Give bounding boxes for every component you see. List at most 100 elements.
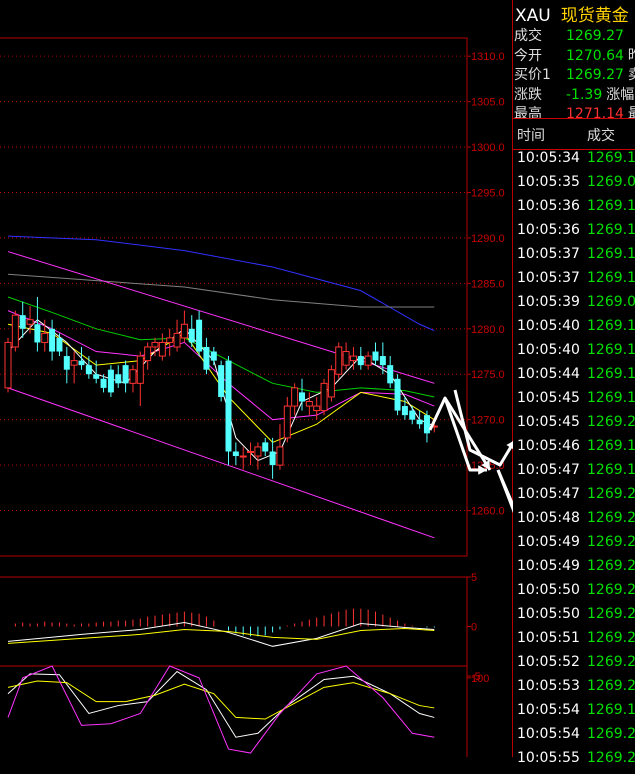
tick-price: 1269.1: [587, 342, 635, 358]
tick-time: 10:05:45: [517, 390, 580, 406]
ytick-label: 1310.0: [471, 51, 505, 63]
candle-body: [239, 455, 247, 458]
tick-row: 10:05:54 1269.1: [517, 702, 635, 726]
tick-time: 10:05:45: [517, 414, 580, 430]
tick-time: 10:05:36: [517, 222, 580, 238]
kdj-panel: 100: [0, 665, 489, 757]
tick-price: 1269.1: [587, 246, 635, 262]
candle: [63, 346, 70, 384]
tick-price: 1269.1: [587, 150, 635, 166]
tick-row: 10:05:49 1269.2: [517, 534, 635, 558]
candle-body: [19, 315, 26, 329]
quote-label: 成交: [514, 28, 542, 44]
tick-row: 10:05:50 1269.2: [517, 606, 635, 630]
price-axis: 1260.01265.01270.01275.01280.01285.01290…: [467, 51, 505, 518]
candle: [85, 356, 92, 379]
tick-time: 10:05:34: [517, 150, 580, 166]
ma-line: [7, 235, 435, 332]
quote-value: 1270.64: [566, 47, 624, 64]
candle-body: [70, 360, 78, 366]
tick-row: 10:05:47 1269.1: [517, 462, 635, 486]
tick-row: 10:05:36 1269.1: [517, 222, 635, 246]
candle-body: [299, 392, 305, 402]
tick-time: 10:05:49: [517, 558, 580, 574]
candle-body: [372, 351, 379, 361]
tick-price: 1269.0: [587, 294, 635, 310]
candle: [423, 410, 430, 443]
tick-price: 1269.1: [587, 438, 635, 454]
quote-value: -1.39: [566, 86, 603, 103]
quote-label: 买价1: [514, 67, 551, 83]
candle-body: [313, 405, 321, 412]
tick-row: 10:05:35 1269.0: [517, 174, 635, 198]
ma-line: [7, 273, 435, 308]
tick-row: 10:05:53 1269.2: [517, 678, 635, 702]
candle-body: [225, 360, 232, 452]
tick-price: 1269.1: [587, 270, 635, 286]
quote-row: 今开 1270.64昨收: [514, 45, 635, 65]
candle-body: [85, 365, 92, 375]
candle: [122, 360, 129, 393]
candle: [144, 342, 152, 370]
tick-time: 10:05:53: [517, 678, 580, 694]
candle: [218, 360, 225, 402]
tick-time: 10:05:36: [517, 198, 580, 214]
chart-frames: [0, 0, 513, 757]
candle-body: [291, 387, 299, 407]
ytick-label: 1285.0: [471, 278, 505, 290]
candle: [196, 310, 203, 357]
candle-body: [247, 450, 255, 453]
tick-row: 10:05:50 1269.2: [517, 582, 635, 606]
tick-time: 10:05:40: [517, 318, 580, 334]
tick-time: 10:05:46: [517, 438, 580, 454]
candle-body: [379, 356, 386, 366]
candle-body: [136, 355, 144, 384]
candle-body: [409, 410, 416, 420]
quote-value: 1269.27: [566, 28, 624, 44]
quote-panel: XAU现货黄金 成交1269.27今开1270.64昨收买价11269.27卖价…: [513, 0, 635, 766]
macd-ytick-label: 0: [471, 622, 477, 634]
candle-body: [269, 451, 276, 466]
candle-body: [320, 382, 328, 412]
candle: [180, 310, 188, 343]
candle-body: [166, 337, 174, 343]
tick-time: 10:05:47: [517, 462, 580, 478]
candle: [276, 424, 284, 470]
tick-price: 1269.2: [587, 534, 635, 550]
candle-body: [49, 328, 56, 352]
candle: [11, 310, 19, 352]
tick-row: 10:05:39 1269.0: [517, 294, 635, 318]
candle-body: [129, 369, 137, 384]
candle: [394, 374, 401, 416]
tick-time: 10:05:37: [517, 270, 580, 286]
tick-row: 10:05:45 1269.2: [517, 414, 635, 438]
candle-body: [41, 332, 49, 343]
candle: [416, 410, 423, 429]
tick-price: 1269.2: [587, 558, 635, 574]
candle-body: [56, 337, 63, 352]
tick-price: 1269.1: [587, 390, 635, 406]
tick-time: 10:05:39: [517, 294, 580, 310]
tick-row: 10:05:51 1269.2: [517, 630, 635, 654]
macd-dea-line: [7, 627, 435, 644]
candle-body: [180, 323, 188, 339]
tick-time: 10:05:48: [517, 510, 580, 526]
ytick-label: 1275.0: [471, 369, 505, 381]
candle: [136, 351, 144, 407]
candles: [4, 297, 438, 479]
ytick-label: 1295.0: [471, 187, 505, 199]
candle: [364, 351, 372, 370]
tick-time: 10:05:54: [517, 702, 580, 718]
candle: [78, 346, 85, 370]
candle: [313, 396, 321, 420]
candle: [320, 378, 328, 416]
tick-row: 10:05:34 1269.1: [517, 150, 635, 174]
tick-price: 1269.1: [587, 198, 635, 214]
candle: [203, 337, 210, 375]
tick-price: 1269.1: [587, 462, 635, 478]
quote-value: 1269.27: [566, 67, 624, 83]
tick-time: 10:05:49: [517, 534, 580, 550]
candle: [335, 342, 343, 379]
candle: [239, 446, 247, 470]
quote-row: 成交 1269.27: [514, 25, 624, 45]
